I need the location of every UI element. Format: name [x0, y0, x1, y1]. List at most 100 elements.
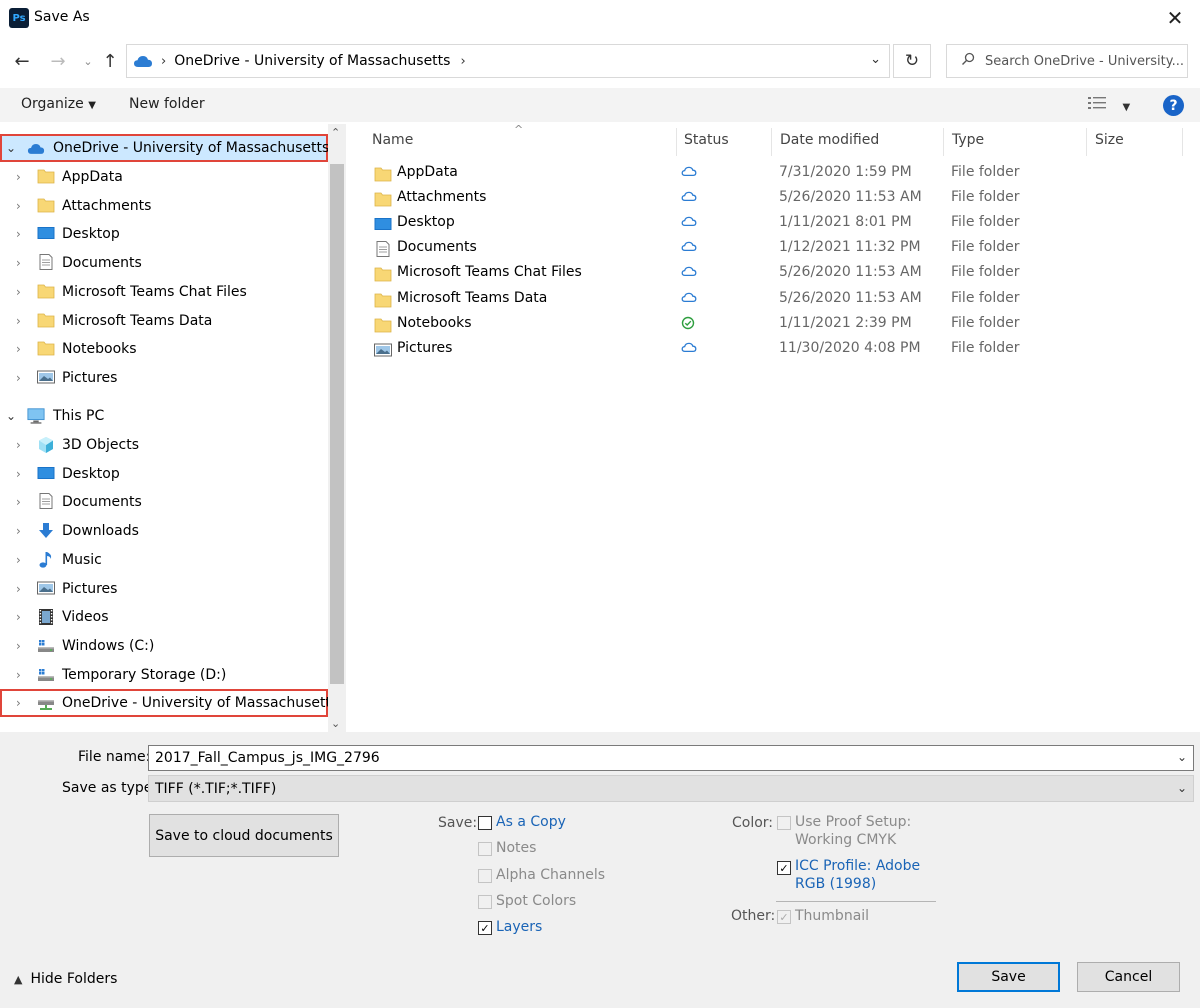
breadcrumb-chevron-icon[interactable]: › — [460, 54, 465, 69]
nav-pc-videos[interactable]: › Videos — [0, 603, 328, 631]
file-row[interactable]: Attachments 5/26/2020 11:53 AM File folder — [370, 187, 1200, 212]
nav-onedrive-root[interactable]: ⌄ OneDrive - University of Massachusetts — [0, 134, 329, 162]
save-option-checkbox[interactable]: ✓ — [478, 921, 492, 936]
nav-onedrive-notebooks[interactable]: › Notebooks — [0, 335, 328, 363]
nav-pc-3d-objects[interactable]: › 3D Objects — [0, 431, 328, 459]
nav-pc-desktop[interactable]: › Desktop — [0, 460, 328, 488]
scroll-up-icon[interactable]: ⌃ — [331, 126, 340, 139]
column-name[interactable]: Name — [372, 132, 413, 148]
column-size[interactable]: Size — [1095, 132, 1124, 148]
file-row[interactable]: Desktop 1/11/2021 8:01 PM File folder — [370, 212, 1200, 237]
new-folder-button[interactable]: New folder — [129, 96, 205, 112]
collapsed-chevron-icon[interactable]: › — [16, 227, 21, 241]
nav-onedrive-appdata[interactable]: › AppData — [0, 163, 328, 191]
scrollbar-thumb[interactable] — [330, 164, 344, 684]
nav-pc-music[interactable]: › Music — [0, 546, 328, 574]
save-option-checkbox[interactable] — [478, 894, 492, 909]
refresh-icon[interactable]: ↻ — [893, 44, 931, 78]
file-row[interactable]: Notebooks 1/11/2021 2:39 PM File folder — [370, 313, 1200, 338]
nav-onedrive-microsoft-teams-data[interactable]: › Microsoft Teams Data — [0, 307, 328, 335]
column-divider[interactable] — [771, 128, 772, 156]
search-box[interactable] — [946, 44, 1188, 78]
expanded-chevron-icon[interactable]: ⌄ — [6, 141, 16, 155]
address-bar[interactable]: › OneDrive - University of Massachusetts… — [126, 44, 890, 78]
save-button[interactable]: Save — [957, 962, 1060, 992]
collapsed-chevron-icon[interactable]: › — [16, 582, 21, 596]
collapsed-chevron-icon[interactable]: › — [16, 199, 21, 213]
nav-pc-downloads[interactable]: › Downloads — [0, 517, 328, 545]
save-option-checkbox[interactable] — [478, 868, 492, 883]
save-option-checkbox[interactable] — [478, 816, 492, 830]
nav-pc-documents[interactable]: › Documents — [0, 488, 328, 516]
column-status[interactable]: Status — [684, 132, 729, 148]
file-name-dropdown-icon[interactable]: ⌄ — [1177, 750, 1187, 764]
file-row[interactable]: Pictures 11/30/2020 4:08 PM File folder — [370, 338, 1200, 363]
file-name-field[interactable]: ⌄ — [148, 745, 1194, 771]
save-to-cloud-documents-button[interactable]: Save to cloud documents — [149, 814, 339, 857]
nav-pc-windows-c[interactable]: › Windows (C:) — [0, 632, 328, 660]
file-date-modified: 5/26/2020 11:53 AM — [779, 289, 922, 306]
collapsed-chevron-icon[interactable]: › — [16, 438, 21, 452]
file-row[interactable]: AppData 7/31/2020 1:59 PM File folder — [370, 162, 1200, 187]
column-divider[interactable] — [676, 128, 677, 156]
column-divider[interactable] — [943, 128, 944, 156]
nav-scrollbar[interactable]: ⌃ ⌄ — [328, 124, 346, 732]
nav-onedrive-desktop[interactable]: › Desktop — [0, 220, 328, 248]
collapsed-chevron-icon[interactable]: › — [16, 170, 21, 184]
save-type-dropdown-icon[interactable]: ⌄ — [1177, 781, 1187, 795]
cancel-button[interactable]: Cancel — [1077, 962, 1180, 992]
nav-onedrive-attachments[interactable]: › Attachments — [0, 192, 328, 220]
expanded-chevron-icon[interactable]: ⌄ — [6, 409, 16, 423]
hide-folders-toggle[interactable]: ▲ Hide Folders — [14, 971, 117, 987]
search-input[interactable] — [985, 53, 1185, 69]
collapsed-chevron-icon[interactable]: › — [16, 342, 21, 356]
collapsed-chevron-icon[interactable]: › — [16, 668, 21, 682]
file-row[interactable]: Documents 1/12/2021 11:32 PM File folder — [370, 237, 1200, 262]
change-view-button[interactable]: ▼ — [1088, 96, 1130, 114]
collapsed-chevron-icon[interactable]: › — [16, 610, 21, 624]
nav-pc-onedrive-university-of-massachusetts[interactable]: › OneDrive - University of Massachusetts … — [0, 689, 346, 718]
column-divider[interactable] — [1086, 128, 1087, 156]
thumbnail-checkbox[interactable]: ✓ — [777, 910, 791, 924]
breadcrumb-onedrive[interactable]: OneDrive - University of Massachusetts — [174, 53, 450, 69]
column-date-modified[interactable]: Date modified — [780, 132, 879, 148]
recent-locations-chevron-icon[interactable]: ⌄ — [76, 48, 100, 74]
organize-button[interactable]: Organize ▼ — [21, 96, 96, 112]
nav-item-label: Attachments — [62, 197, 152, 214]
collapsed-chevron-icon[interactable]: › — [16, 495, 21, 509]
nav-onedrive-pictures[interactable]: › Pictures — [0, 364, 328, 392]
nav-this-pc[interactable]: ⌄ This PC — [0, 402, 328, 430]
nav-onedrive-microsoft-teams-chat-files[interactable]: › Microsoft Teams Chat Files — [0, 278, 328, 306]
forward-arrow-icon[interactable]: → — [46, 48, 70, 74]
collapsed-chevron-icon[interactable]: › — [16, 256, 21, 270]
address-dropdown-icon[interactable]: ⌄ — [870, 52, 881, 67]
file-row[interactable]: Microsoft Teams Data 5/26/2020 11:53 AM Fi… — [370, 288, 1200, 313]
collapsed-chevron-icon[interactable]: › — [16, 639, 21, 653]
scroll-down-icon[interactable]: ⌄ — [331, 717, 340, 730]
collapsed-chevron-icon[interactable]: › — [16, 371, 21, 385]
collapsed-chevron-icon[interactable]: › — [16, 553, 21, 567]
column-type[interactable]: Type — [952, 132, 984, 148]
back-arrow-icon[interactable]: ← — [10, 48, 34, 74]
collapsed-chevron-icon[interactable]: › — [16, 696, 21, 710]
save-option-checkbox[interactable] — [478, 842, 492, 857]
save-as-type-select[interactable]: TIFF (*.TIF;*.TIFF) ⌄ — [148, 775, 1194, 802]
close-icon[interactable]: ✕ — [1160, 4, 1190, 32]
file-name-input[interactable] — [149, 750, 1149, 766]
nav-pc-pictures[interactable]: › Pictures — [0, 575, 328, 603]
nav-item-label: Documents — [62, 255, 142, 272]
collapsed-chevron-icon[interactable]: › — [16, 285, 21, 299]
up-arrow-icon[interactable]: ↑ — [98, 48, 122, 74]
column-divider[interactable] — [1182, 128, 1183, 156]
search-icon — [961, 52, 985, 70]
use-proof-setup-checkbox[interactable] — [777, 816, 791, 830]
collapsed-chevron-icon[interactable]: › — [16, 467, 21, 481]
help-icon[interactable]: ? — [1163, 95, 1184, 116]
nav-pc-temporary-storage-d[interactable]: › Temporary Storage (D:) — [0, 661, 328, 689]
icc-profile-checkbox[interactable]: ✓ — [777, 861, 791, 875]
file-row[interactable]: Microsoft Teams Chat Files 5/26/2020 11:5… — [370, 262, 1200, 287]
collapsed-chevron-icon[interactable]: › — [16, 314, 21, 328]
collapsed-chevron-icon[interactable]: › — [16, 524, 21, 538]
nav-onedrive-documents[interactable]: › Documents — [0, 249, 328, 277]
file-date-modified: 1/11/2021 8:01 PM — [779, 214, 912, 231]
